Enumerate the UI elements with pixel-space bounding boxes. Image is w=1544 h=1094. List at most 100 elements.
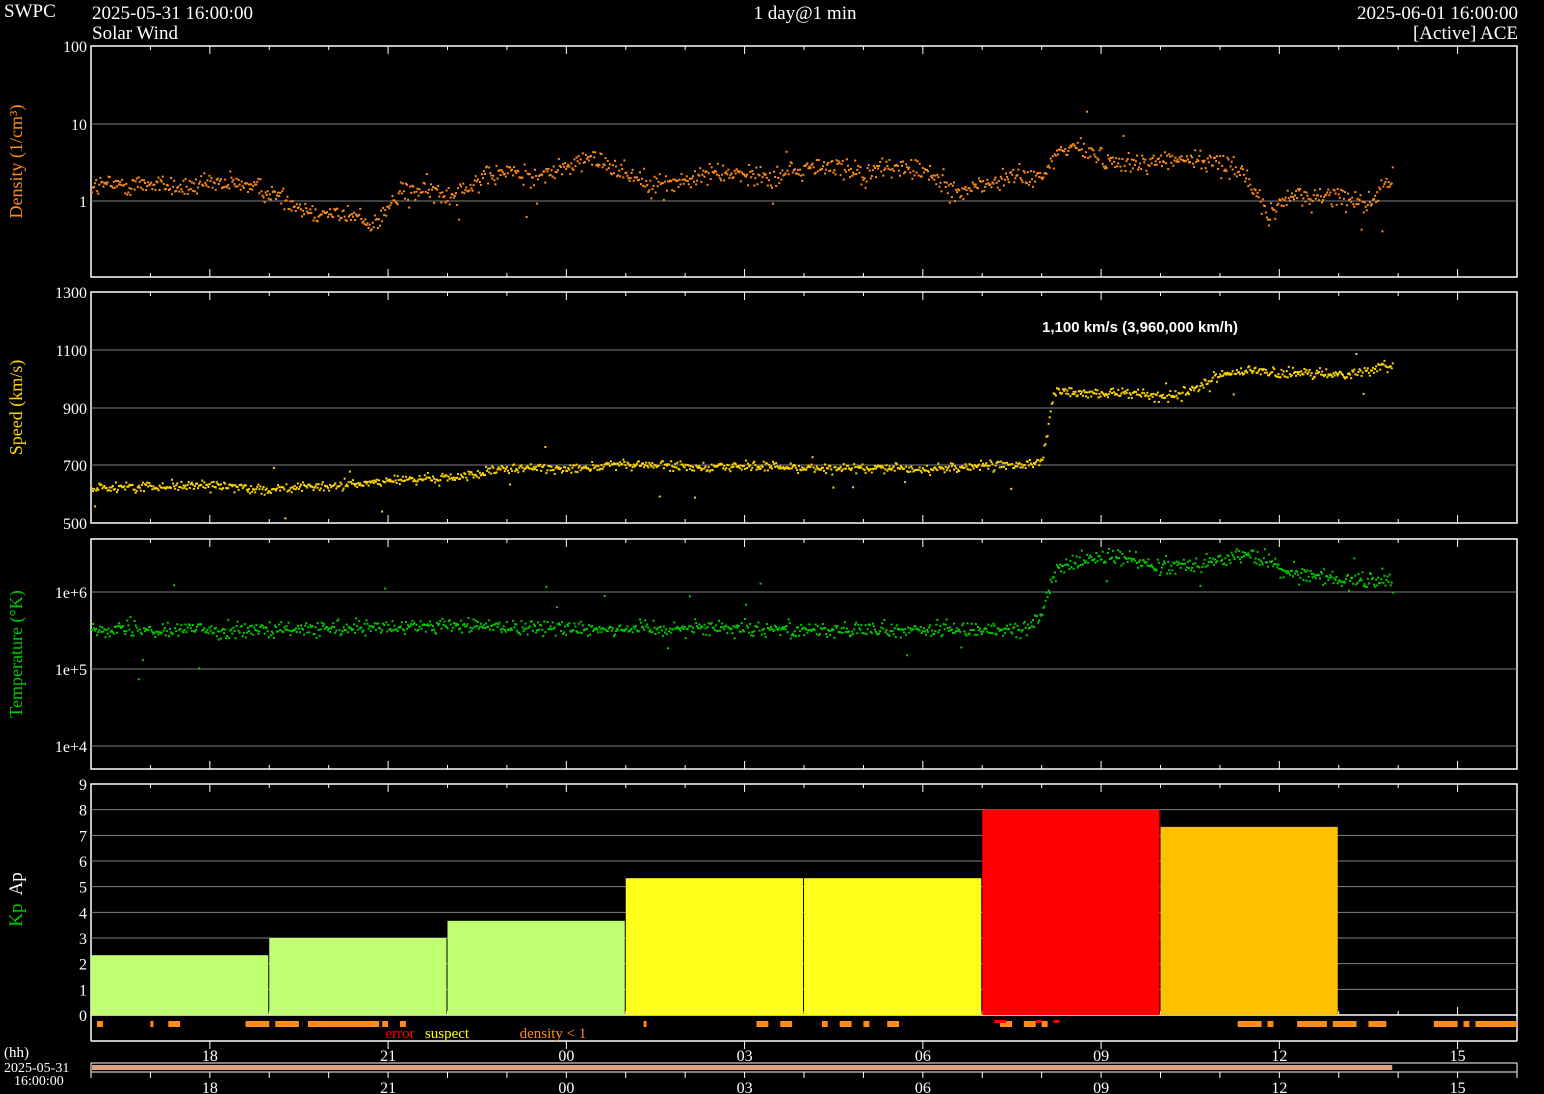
speed-data-point bbox=[1044, 443, 1047, 446]
density-data-point bbox=[1107, 157, 1110, 160]
error-flag-mark bbox=[994, 1020, 1007, 1023]
temperature-data-point bbox=[1357, 573, 1360, 576]
speed-data-point bbox=[747, 462, 750, 465]
temperature-data-point bbox=[184, 623, 187, 626]
speed-data-point bbox=[1161, 393, 1164, 396]
density-data-point bbox=[280, 202, 283, 205]
speed-data-point bbox=[947, 465, 950, 468]
temperature-data-point bbox=[821, 623, 824, 626]
density-data-point bbox=[1109, 156, 1112, 159]
speed-data-point bbox=[1069, 395, 1072, 398]
speed-data-point bbox=[1018, 462, 1021, 465]
speed-data-point bbox=[1362, 392, 1365, 395]
speed-data-point bbox=[367, 484, 370, 487]
speed-data-point bbox=[314, 485, 317, 488]
temperature-data-point bbox=[1224, 557, 1227, 560]
density-data-point bbox=[707, 172, 710, 175]
speed-data-point bbox=[543, 463, 546, 466]
density-data-point bbox=[798, 173, 801, 176]
density-data-point bbox=[508, 166, 511, 169]
speed-data-point bbox=[685, 469, 688, 472]
speed-data-point bbox=[265, 487, 268, 490]
temperature-data-point bbox=[156, 630, 159, 633]
density-data-point bbox=[330, 213, 333, 216]
speed-data-point bbox=[496, 468, 499, 471]
density-data-point bbox=[302, 209, 305, 212]
temperature-data-point bbox=[367, 627, 370, 630]
density-data-point bbox=[676, 179, 679, 182]
speed-data-point bbox=[315, 483, 318, 486]
density-data-point bbox=[688, 177, 691, 180]
speed-data-point bbox=[1096, 389, 1099, 392]
temperature-data-point bbox=[140, 633, 143, 636]
temperature-data-point bbox=[1038, 619, 1041, 622]
temperature-data-point bbox=[777, 629, 780, 632]
temperature-data-point bbox=[417, 628, 420, 631]
density-data-point bbox=[671, 189, 674, 192]
density-data-point bbox=[1247, 185, 1250, 188]
density-data-point bbox=[166, 184, 169, 187]
density-data-point bbox=[911, 177, 914, 180]
temperature-data-point bbox=[453, 622, 456, 625]
speed-data-point bbox=[94, 505, 97, 508]
temperature-data-point bbox=[1182, 558, 1185, 561]
temperature-data-point bbox=[899, 636, 902, 639]
speed-data-point bbox=[261, 488, 264, 491]
density-data-point bbox=[551, 175, 554, 178]
density-data-point bbox=[310, 211, 313, 214]
density-data-point bbox=[1198, 154, 1201, 157]
speed-data-point bbox=[91, 487, 93, 490]
density-data-point bbox=[867, 164, 870, 167]
density-data-point bbox=[483, 170, 486, 173]
density-data-point bbox=[525, 216, 528, 219]
speed-data-point bbox=[279, 489, 282, 492]
density-data-point bbox=[413, 191, 416, 194]
density-data-point bbox=[578, 162, 581, 165]
x-tick-label-lower: 21 bbox=[380, 1080, 396, 1094]
density-data-point bbox=[1277, 202, 1280, 205]
speed-data-point bbox=[775, 461, 778, 464]
temperature-data-point bbox=[1128, 550, 1131, 553]
speed-data-point bbox=[674, 462, 677, 465]
temperature-data-point bbox=[882, 627, 885, 630]
speed-data-point bbox=[810, 463, 813, 466]
density-data-point bbox=[327, 216, 330, 219]
density-data-point bbox=[648, 189, 651, 192]
density-data-point bbox=[1211, 164, 1214, 167]
temperature-data-point bbox=[245, 631, 248, 634]
speed-data-point bbox=[511, 469, 514, 472]
temperature-data-point bbox=[1277, 563, 1280, 566]
density-data-point bbox=[962, 198, 965, 201]
speed-data-point bbox=[381, 510, 384, 513]
speed-data-point bbox=[963, 466, 966, 469]
temperature-data-point bbox=[448, 619, 451, 622]
speed-data-point bbox=[1035, 460, 1038, 463]
density-data-point bbox=[1308, 203, 1311, 206]
density-data-point bbox=[1286, 189, 1289, 192]
kp-tick-label: 9 bbox=[79, 777, 87, 794]
speed-data-point bbox=[197, 487, 200, 490]
temperature-data-point bbox=[1024, 626, 1027, 629]
temperature-data-point bbox=[299, 624, 302, 627]
density-data-point bbox=[401, 182, 404, 185]
temperature-data-point bbox=[314, 626, 317, 629]
temperature-data-point bbox=[1036, 614, 1039, 617]
temperature-data-point bbox=[733, 637, 736, 640]
density-data-point bbox=[490, 174, 493, 177]
density-data-point bbox=[730, 172, 733, 175]
temperature-data-point bbox=[659, 625, 662, 628]
density-data-point bbox=[251, 188, 254, 191]
density-data-point bbox=[217, 183, 220, 186]
speed-data-point bbox=[115, 491, 118, 494]
speed-data-point bbox=[673, 465, 676, 468]
speed-data-point bbox=[1241, 371, 1244, 374]
temperature-data-point bbox=[1111, 556, 1114, 559]
speed-data-point bbox=[1372, 366, 1375, 369]
speed-data-point bbox=[203, 481, 206, 484]
density-data-point bbox=[183, 192, 186, 195]
speed-data-point bbox=[1333, 374, 1336, 377]
density-data-point bbox=[986, 178, 989, 181]
temperature-data-point bbox=[1300, 572, 1303, 575]
speed-data-point bbox=[449, 473, 452, 476]
speed-data-point bbox=[294, 488, 297, 491]
